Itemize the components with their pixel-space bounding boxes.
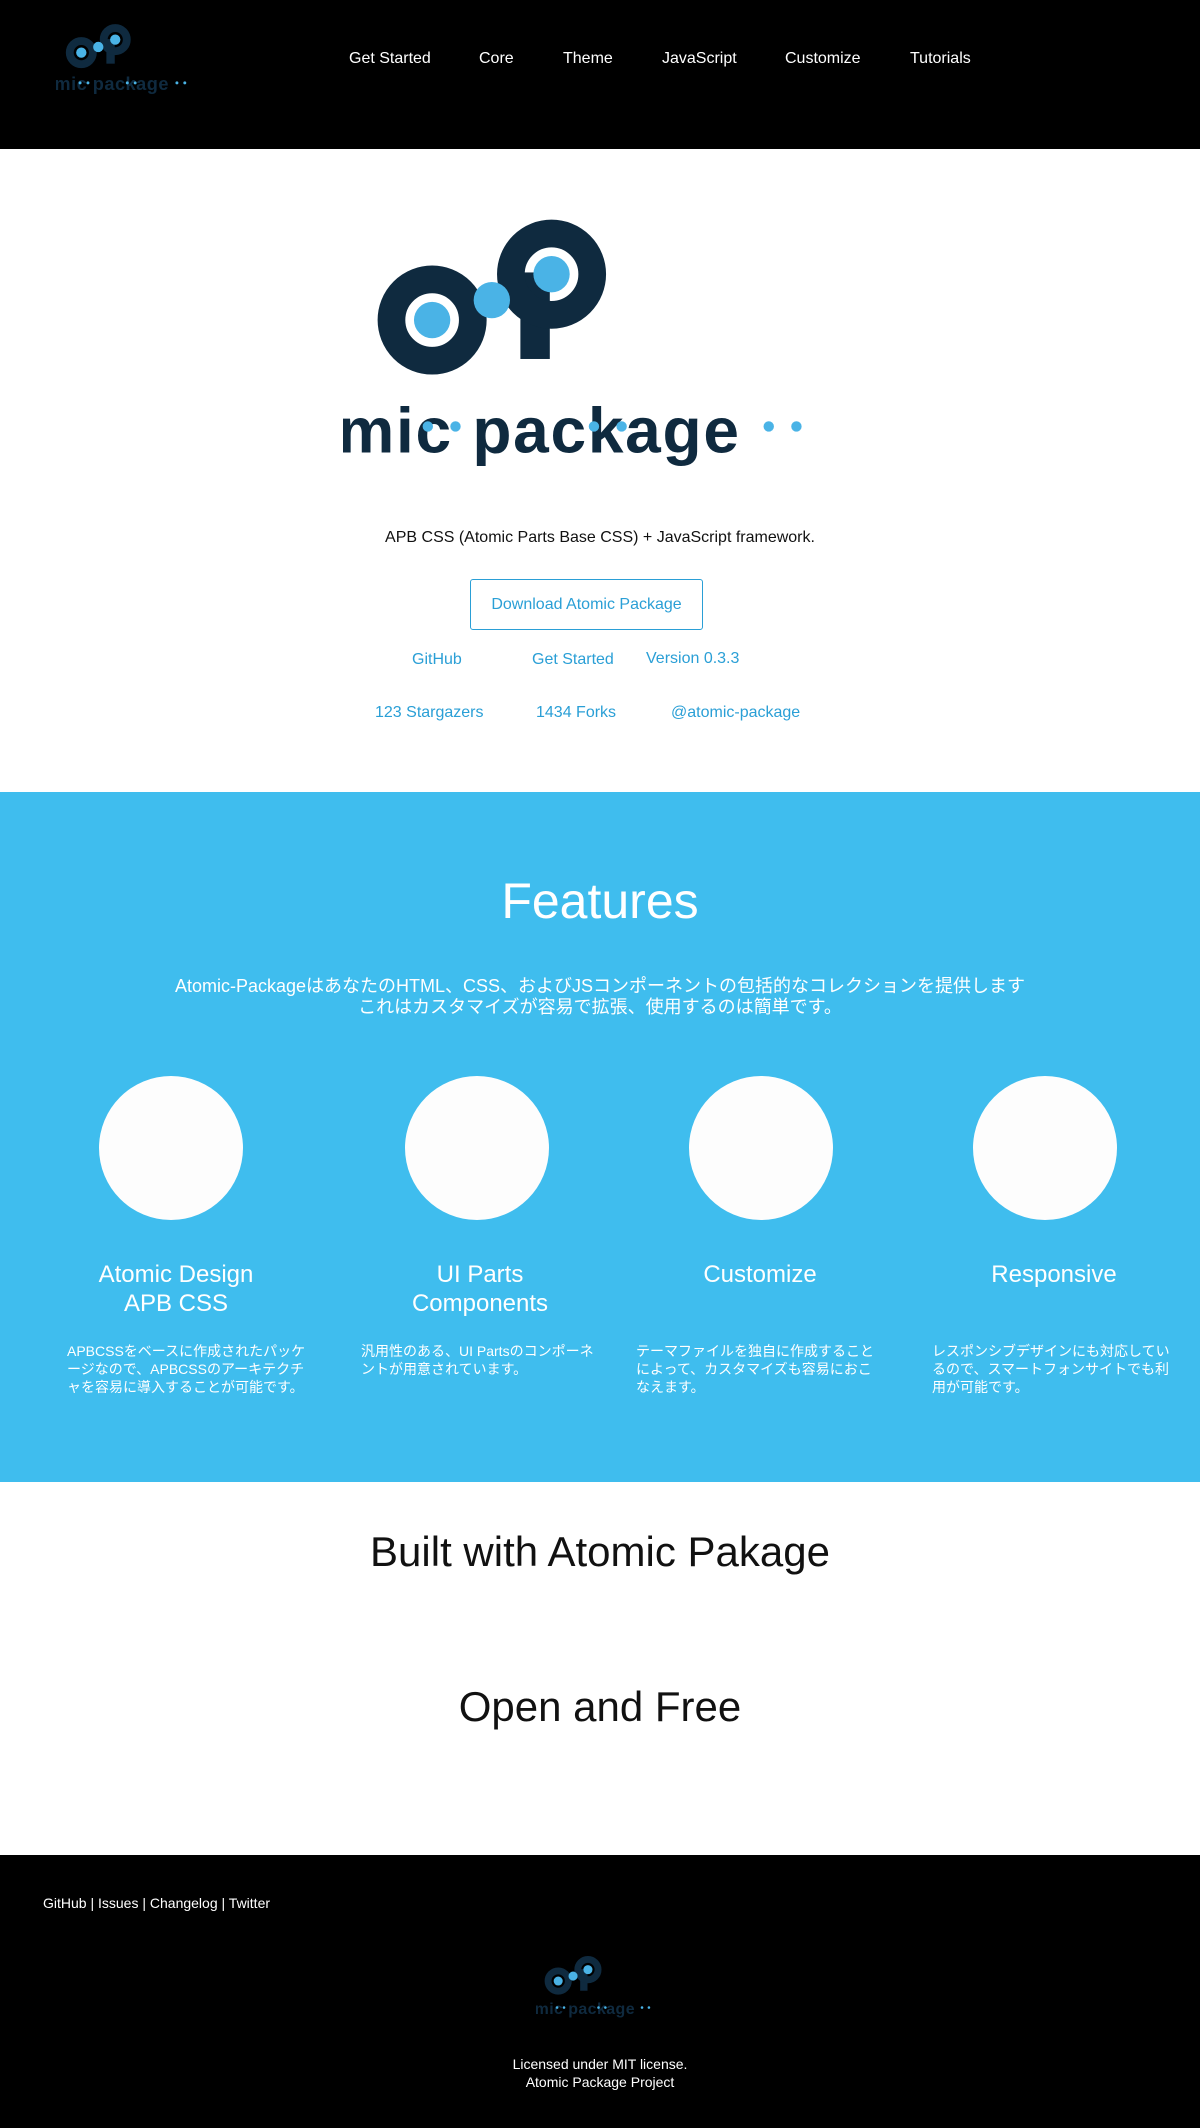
feature-title-line: UI Parts (436, 1261, 524, 1288)
feature-title-atomic-design: Atomic Design APB CSS (46, 1260, 306, 1318)
built-with-title: Built with Atomic Pakage (370, 1528, 830, 1575)
nav-javascript[interactable]: JavaScript (662, 50, 737, 68)
hero-logo (343, 207, 857, 485)
open-and-free-title: Open and Free (458, 1683, 742, 1730)
site-footer: GitHub | Issues | Changelog | Twitter Li… (0, 1855, 1200, 2128)
license-line: Atomic Package Project (525, 2074, 675, 2090)
nav-core[interactable]: Core (479, 50, 514, 68)
footer-link-github[interactable]: GitHub (43, 1895, 87, 1911)
get-started-link[interactable]: Get Started (532, 651, 614, 669)
features-section: Features Atomic-PackageはあなたのHTML、CSS、および… (0, 792, 1200, 1482)
download-button[interactable]: Download Atomic Package (470, 579, 703, 630)
feature-title-customize: Customize (630, 1260, 890, 1289)
feature-desc-ui-parts: 汎用性のある、UI Partsのコンポーネントが用意されています。 (361, 1343, 594, 1377)
footer-logo (536, 1950, 664, 2025)
nav-customize[interactable]: Customize (785, 50, 861, 68)
footer-separator: | (86, 1895, 98, 1911)
footer-separator: | (217, 1895, 229, 1911)
github-link[interactable]: GitHub (412, 651, 462, 669)
nav-tutorials[interactable]: Tutorials (910, 50, 971, 68)
main-nav: Get Started Core Theme JavaScript Custom… (0, 50, 1200, 72)
nav-get-started[interactable]: Get Started (349, 50, 431, 68)
feature-desc-responsive: レスポンシブデザインにも対応しているので、スマートフォンサイトでも利用が可能です… (932, 1343, 1170, 1395)
footer-link-twitter[interactable]: Twitter (229, 1895, 270, 1911)
feature-image (99, 1076, 243, 1220)
features-lead-line: Atomic-PackageはあなたのHTML、CSS、およびJSコンポーネント… (174, 976, 1026, 996)
footer-separator: | (138, 1895, 150, 1911)
features-title: Features (501, 873, 699, 929)
feature-title-responsive: Responsive (924, 1260, 1184, 1289)
feature-image (689, 1076, 833, 1220)
stargazers-link[interactable]: 123 Stargazers (375, 704, 484, 722)
feature-title-line: Atomic Design (98, 1261, 254, 1288)
footer-links: GitHub | Issues | Changelog | Twitter (43, 1895, 270, 1911)
version-link[interactable]: Version 0.3.3 (646, 650, 739, 668)
site-header: Get Started Core Theme JavaScript Custom… (0, 0, 1200, 149)
license-text: Licensed under MIT license. Atomic Packa… (0, 2055, 1200, 2091)
feature-title-ui-parts: UI Parts Components (350, 1260, 610, 1318)
feature-image (405, 1076, 549, 1220)
feature-desc-atomic-design: APBCSSをベースに作成されたパッケージなので、APBCSSのアーキテクチャを… (67, 1343, 306, 1395)
nav-theme[interactable]: Theme (563, 50, 613, 68)
license-line: Licensed under MIT license. (512, 2056, 688, 2072)
hero-tagline: APB CSS (Atomic Parts Base CSS) + JavaSc… (385, 529, 815, 546)
feature-image (973, 1076, 1117, 1220)
hero-section: APB CSS (Atomic Parts Base CSS) + JavaSc… (0, 149, 1200, 792)
footer-link-changelog[interactable]: Changelog (150, 1895, 218, 1911)
feature-title-line: APB CSS (123, 1290, 229, 1317)
twitter-handle-link[interactable]: @atomic-package (671, 704, 800, 722)
features-lead-line: これはカスタマイズが容易で拡張、使用するのは簡単です。 (358, 997, 842, 1017)
feature-desc-customize: テーマファイルを独自に作成することによって、カスタマイズも容易におこなえます。 (636, 1343, 874, 1395)
feature-title-line: Responsive (991, 1261, 1117, 1288)
features-lead: Atomic-PackageはあなたのHTML、CSS、およびJSコンポーネント… (0, 976, 1200, 1018)
feature-title-line: Customize (703, 1261, 817, 1288)
feature-title-line: Components (411, 1290, 549, 1317)
footer-link-issues[interactable]: Issues (98, 1895, 138, 1911)
forks-link[interactable]: 1434 Forks (536, 704, 616, 722)
